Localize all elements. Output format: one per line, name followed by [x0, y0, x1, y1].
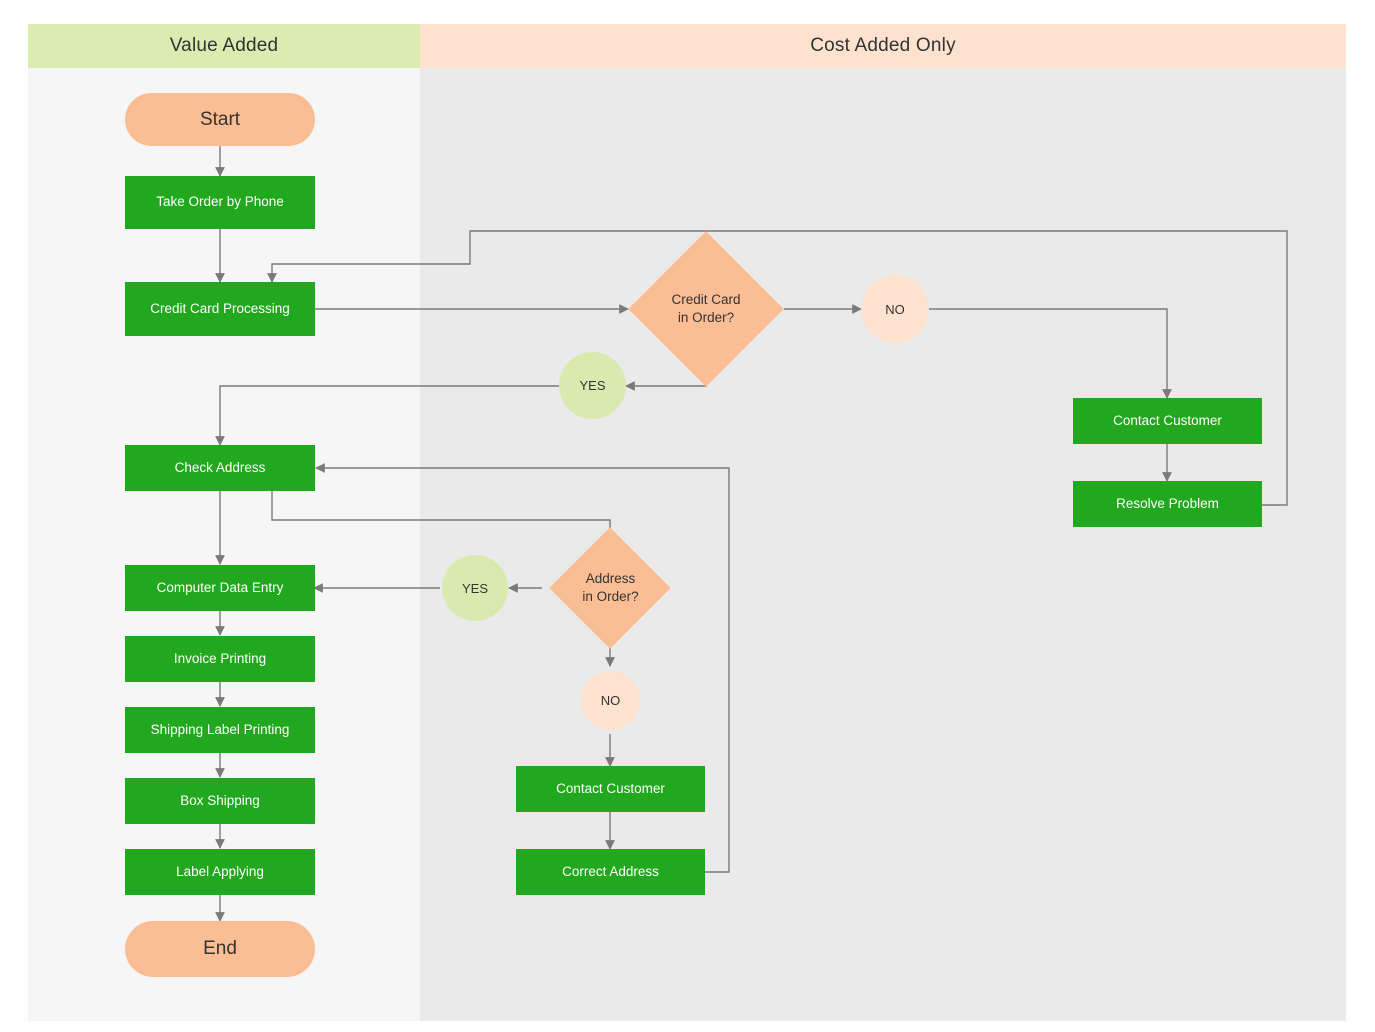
connector-address-yes[interactable]: YES — [442, 555, 508, 621]
node-resolve-problem-label: Resolve Problem — [1116, 495, 1219, 511]
node-credit-card-decision-line2: in Order? — [677, 310, 735, 325]
connector-address-no[interactable]: NO — [581, 671, 640, 730]
node-label-applying-label: Label Applying — [176, 863, 264, 879]
node-shipping-label-printing[interactable]: Shipping Label Printing — [125, 707, 315, 753]
node-check-address-label: Check Address — [174, 459, 266, 475]
node-credit-card-decision: Credit Card in Order? — [628, 279, 784, 339]
connector-address-yes-label: YES — [461, 580, 488, 596]
node-invoice-printing-label: Invoice Printing — [173, 650, 267, 666]
node-credit-card-processing[interactable]: Credit Card Processing — [125, 282, 315, 336]
node-take-order-by-phone[interactable]: Take Order by Phone — [125, 176, 315, 229]
node-contact-customer-credit-card-label: Contact Customer — [1113, 412, 1222, 428]
node-end-label: End — [203, 938, 237, 959]
node-credit-card-processing-label: Credit Card Processing — [150, 300, 290, 316]
node-correct-address[interactable]: Correct Address — [516, 849, 705, 895]
connector-credit-card-yes[interactable]: YES — [559, 352, 626, 419]
node-computer-data-entry[interactable]: Computer Data Entry — [125, 565, 315, 611]
node-shipping-label-printing-label: Shipping Label Printing — [150, 721, 290, 737]
node-start-label: Start — [199, 108, 241, 130]
node-address-decision-line2: in Order? — [582, 589, 639, 604]
node-box-shipping[interactable]: Box Shipping — [125, 778, 315, 824]
connector-credit-card-yes-label: YES — [579, 378, 606, 393]
connector-credit-card-no-label: NO — [885, 301, 905, 317]
lane-title-value-added: Value Added — [169, 35, 279, 56]
node-contact-customer-credit-card[interactable]: Contact Customer — [1073, 398, 1262, 444]
node-contact-customer-address[interactable]: Contact Customer — [516, 766, 705, 812]
connector-credit-card-no[interactable]: NO — [861, 275, 929, 343]
lane-header-value-added: Value Added — [28, 24, 420, 68]
node-computer-data-entry-label: Computer Data Entry — [156, 579, 284, 595]
node-end[interactable]: End — [125, 921, 315, 977]
connector-address-no-label: NO — [600, 693, 621, 708]
flowchart-canvas: Value Added Cost Added Only Start Take O… — [0, 0, 1375, 1032]
node-invoice-printing[interactable]: Invoice Printing — [125, 636, 315, 682]
node-address-decision-line1: Address — [585, 570, 636, 586]
node-check-address[interactable]: Check Address — [125, 445, 315, 491]
node-resolve-problem[interactable]: Resolve Problem — [1073, 481, 1262, 527]
node-address-decision: Address in Order? — [542, 558, 679, 618]
lane-title-cost-added-only: Cost Added Only — [810, 35, 956, 56]
node-label-applying[interactable]: Label Applying — [125, 849, 315, 895]
node-contact-customer-address-label: Contact Customer — [556, 780, 665, 796]
node-box-shipping-label: Box Shipping — [180, 792, 260, 808]
node-take-order-by-phone-label: Take Order by Phone — [156, 194, 284, 210]
lane-header-cost-added-only: Cost Added Only — [420, 24, 1346, 68]
node-start[interactable]: Start — [125, 93, 315, 146]
node-credit-card-decision-line1: Credit Card — [671, 291, 741, 307]
node-correct-address-label: Correct Address — [562, 863, 659, 879]
